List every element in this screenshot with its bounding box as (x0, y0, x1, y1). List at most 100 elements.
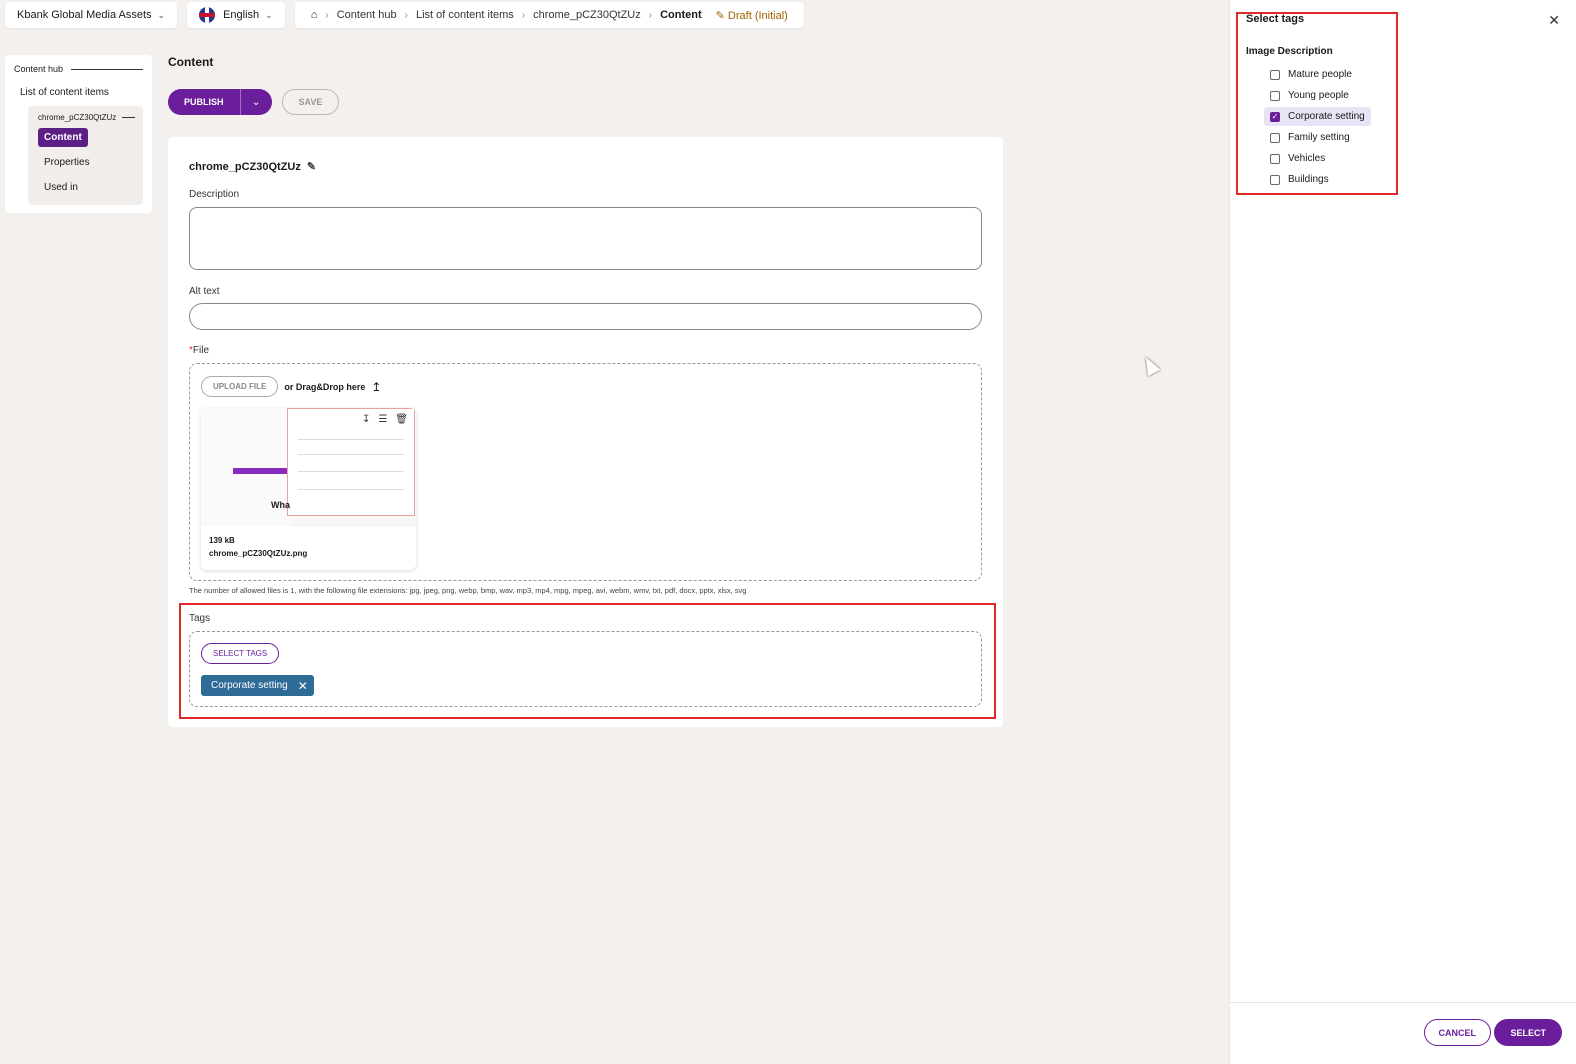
nav-link-used-in[interactable]: Used in (38, 178, 135, 197)
tag-option[interactable]: Young people (1264, 86, 1355, 105)
tag-option[interactable]: ✓ Corporate setting (1264, 107, 1371, 126)
edit-name-icon[interactable]: ✎ (307, 160, 316, 173)
publish-button[interactable]: PUBLISH (168, 89, 240, 115)
language-selector[interactable]: English ⌄ (187, 2, 285, 28)
tag-option-label: Vehicles (1288, 153, 1326, 164)
nav-content-hub-label: Content hub (14, 64, 64, 74)
breadcrumb-content-list[interactable]: List of content items (416, 9, 514, 21)
breadcrumb-separator: › (404, 9, 408, 21)
description-label: Description (189, 189, 240, 200)
tag-option[interactable]: Family setting (1264, 128, 1356, 147)
file-thumbnail: Wha ↧ ☰ 🗑 (201, 408, 416, 526)
panel-title: Select tags (1246, 13, 1305, 25)
page-title: Content (168, 55, 214, 69)
thumbnail-line (298, 489, 404, 490)
chevron-down-icon: ⌄ (251, 96, 261, 108)
tags-box: SELECT TAGS Corporate setting ✕ (189, 631, 982, 707)
checkbox[interactable] (1270, 153, 1280, 164)
item-name: chrome_pCZ30QtZUz (189, 160, 301, 173)
thumbnail-line (298, 471, 404, 472)
nav-link-content[interactable]: Content (38, 128, 88, 147)
uk-flag-icon (199, 7, 216, 23)
breadcrumb-separator: › (648, 9, 653, 21)
pencil-icon: ✎ (715, 9, 725, 22)
save-button[interactable]: SAVE (281, 89, 340, 115)
upload-icon: ↥ (371, 379, 382, 394)
alt-text-field[interactable] (189, 303, 982, 330)
left-navigation: Content hub List of content items chrome… (5, 55, 152, 213)
chevron-down-icon: ⌄ (265, 9, 273, 20)
remove-tag-icon[interactable]: ✕ (298, 679, 308, 693)
checkbox[interactable] (1270, 132, 1280, 143)
breadcrumb: ⌂ › Content hub › List of content items … (294, 2, 804, 28)
thumbnail-bar (233, 468, 289, 474)
nav-content-list[interactable]: List of content items (20, 87, 143, 98)
file-label-text: File (192, 345, 210, 356)
draft-status-label: Draft (Initial) (727, 9, 788, 22)
tag-option[interactable]: Buildings (1264, 170, 1335, 189)
tag-option[interactable]: Vehicles (1264, 149, 1331, 168)
checkbox-checked[interactable]: ✓ (1270, 111, 1280, 122)
tags-section-highlight: Tags SELECT TAGS Corporate setting ✕ (179, 603, 996, 719)
file-actions: ↧ ☰ 🗑 (362, 414, 408, 425)
tag-option-label: Buildings (1288, 174, 1329, 185)
drag-drop-text: or Drag&Drop here (284, 381, 366, 392)
upload-row: UPLOAD FILE or Drag&Drop here ↥ (201, 376, 381, 397)
checkbox[interactable] (1270, 69, 1280, 80)
tag-option-label: Corporate setting (1288, 111, 1365, 122)
trash-icon[interactable]: 🗑 (395, 414, 408, 425)
breadcrumb-content-hub[interactable]: Content hub (337, 9, 397, 21)
tag-option-label: Mature people (1288, 69, 1352, 80)
select-tags-button[interactable]: SELECT TAGS (201, 643, 280, 664)
workspace-selector[interactable]: Kbank Global Media Assets ⌄ (5, 2, 178, 28)
tag-option-label: Family setting (1288, 132, 1350, 143)
tag-option-label: Young people (1288, 90, 1349, 101)
tag-chip-label: Corporate setting (211, 680, 288, 691)
checkbox[interactable] (1270, 90, 1280, 101)
tags-label: Tags (189, 613, 211, 624)
home-icon[interactable]: ⌂ (311, 9, 318, 21)
file-size: 139 kB (209, 536, 235, 545)
file-dropzone[interactable]: UPLOAD FILE or Drag&Drop here ↥ Wha ↧ ☰ … (189, 363, 982, 581)
tag-option[interactable]: Mature people (1264, 65, 1358, 84)
nav-link-properties[interactable]: Properties (38, 153, 135, 172)
checkbox[interactable] (1270, 174, 1280, 185)
alt-text-label: Alt text (189, 286, 220, 297)
select-tags-panel: Select tags ✕ Image Description Mature p… (1229, 0, 1576, 1064)
breadcrumb-separator: › (325, 9, 329, 21)
select-button[interactable]: SELECT (1494, 1019, 1562, 1046)
action-bar: PUBLISH ⌄ SAVE (168, 89, 340, 115)
upload-file-button[interactable]: UPLOAD FILE (201, 376, 279, 397)
file-label: *File (189, 345, 209, 356)
thumbnail-heading: Wha (271, 500, 290, 510)
panel-footer: CANCEL SELECT (1230, 1002, 1576, 1064)
download-icon[interactable]: ↧ (362, 414, 370, 425)
close-icon[interactable]: ✕ (1548, 12, 1560, 29)
chevron-down-icon: ⌄ (157, 9, 166, 20)
divider (71, 68, 143, 70)
breadcrumb-separator: › (521, 9, 526, 21)
mouse-cursor-icon (1139, 353, 1161, 377)
top-bar: Kbank Global Media Assets ⌄ English ⌄ ⌂ … (5, 2, 804, 28)
nav-item-group: chrome_pCZ30QtZUz Content Properties Use… (28, 106, 143, 205)
nav-content-hub[interactable]: Content hub (14, 64, 143, 74)
allowed-files-note: The number of allowed files is 1, with t… (189, 586, 747, 595)
draft-status: ✎ Draft (Initial) (716, 9, 788, 22)
workspace-name: Kbank Global Media Assets (17, 9, 152, 21)
breadcrumb-current: Content (660, 9, 702, 21)
item-name-row: chrome_pCZ30QtZUz ✎ (189, 160, 316, 174)
file-meta: 139 kB chrome_pCZ30QtZUz.png (201, 526, 416, 568)
thumbnail-line (298, 439, 404, 440)
thumbnail-line (298, 454, 404, 455)
cancel-button[interactable]: CANCEL (1423, 1019, 1491, 1046)
tag-group-label: Image Description (1246, 46, 1333, 57)
publish-split-button: PUBLISH ⌄ (168, 89, 272, 115)
adjust-icon[interactable]: ☰ (378, 414, 387, 425)
file-card: Wha ↧ ☰ 🗑 139 kB chrome_pCZ30QtZUz.png (201, 408, 416, 570)
nav-item-name[interactable]: chrome_pCZ30QtZUz (38, 113, 135, 122)
publish-options-button[interactable]: ⌄ (239, 89, 272, 115)
breadcrumb-item[interactable]: chrome_pCZ30QtZUz (533, 9, 641, 21)
content-form: chrome_pCZ30QtZUz ✎ Description Alt text… (168, 137, 1003, 727)
divider (122, 117, 135, 118)
description-field[interactable] (189, 207, 982, 270)
